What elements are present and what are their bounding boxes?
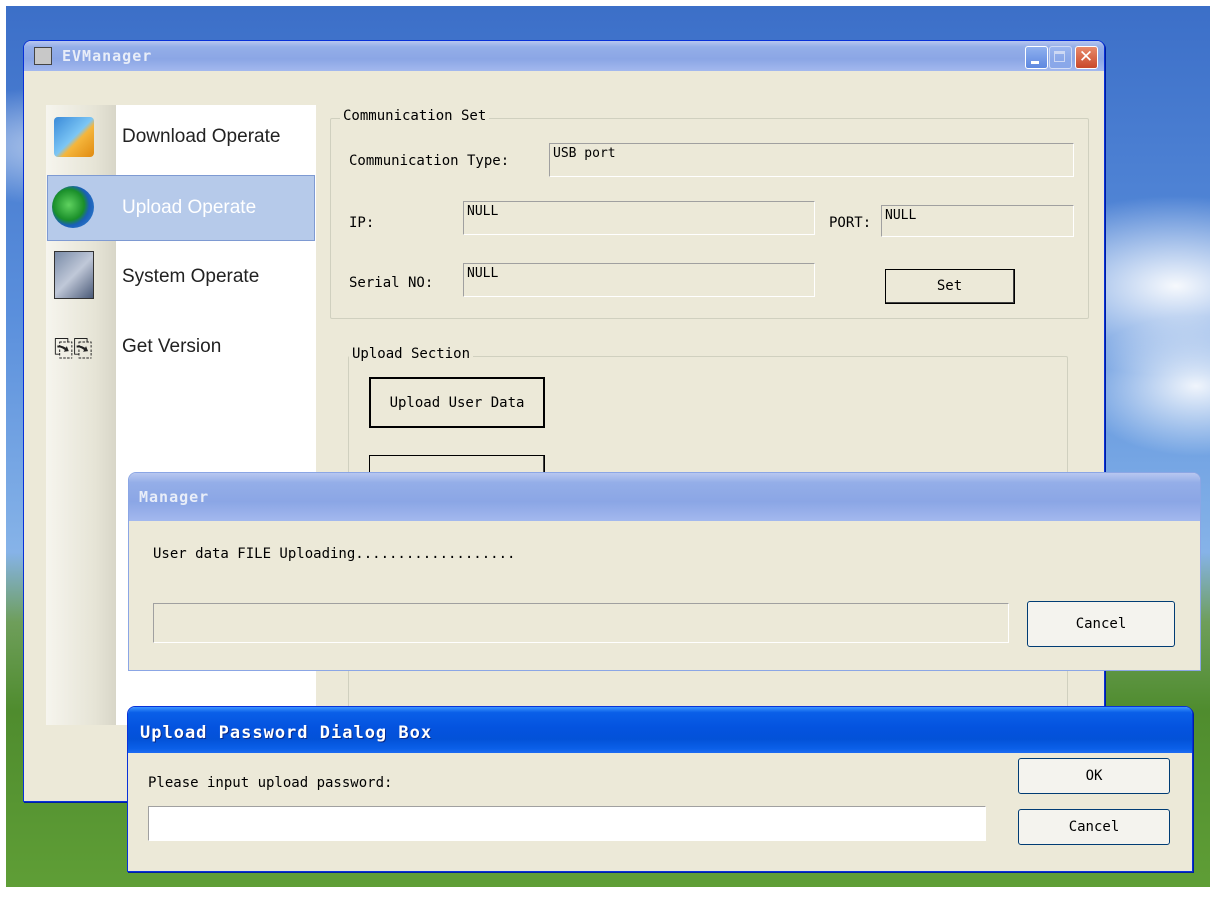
upload-section-legend: Upload Section	[349, 346, 474, 362]
download-icon	[54, 117, 94, 157]
ok-button[interactable]: OK	[1018, 758, 1170, 794]
nav-item-get-version[interactable]: ⎘⎘ Get Version	[48, 315, 316, 381]
set-button[interactable]: Set	[885, 269, 1015, 304]
maximize-button[interactable]	[1049, 46, 1072, 69]
app-icon	[34, 47, 52, 65]
upload-icon	[52, 186, 94, 228]
nav-item-system-operate[interactable]: System Operate	[48, 245, 316, 311]
nav-item-label: Get Version	[122, 336, 222, 357]
progress-dialog-title: Manager	[139, 488, 210, 506]
password-cancel-button[interactable]: Cancel	[1018, 809, 1170, 845]
system-tools-icon	[54, 251, 94, 299]
password-dialog-titlebar[interactable]: Upload Password Dialog Box	[128, 707, 1192, 753]
ip-label: IP:	[349, 215, 375, 231]
version-icon: ⎘⎘	[54, 334, 93, 362]
upload-user-data-button[interactable]: Upload User Data	[369, 377, 545, 428]
close-icon: ✕	[1078, 47, 1095, 67]
nav-item-download-operate[interactable]: Download Operate	[48, 105, 316, 171]
nav-item-label: Download Operate	[122, 126, 281, 147]
serial-no-label: Serial NO:	[349, 275, 434, 291]
port-label: PORT:	[829, 215, 872, 231]
communication-type-field: USB port	[549, 143, 1074, 177]
password-dialog: Upload Password Dialog Box Please input …	[127, 706, 1193, 872]
password-prompt-label: Please input upload password:	[148, 775, 393, 791]
nav-item-label: System Operate	[122, 266, 260, 287]
maximize-icon	[1054, 51, 1065, 62]
main-window-titlebar[interactable]: EVManager ✕	[24, 41, 1104, 71]
upload-progress-bar	[153, 603, 1009, 643]
progress-cancel-button[interactable]: Cancel	[1027, 601, 1175, 647]
communication-set-group: Communication Set Communication Type: US…	[330, 108, 1089, 319]
progress-dialog-titlebar[interactable]: Manager	[129, 473, 1200, 521]
communication-set-legend: Communication Set	[340, 108, 490, 124]
close-button[interactable]: ✕	[1075, 46, 1098, 69]
minimize-icon	[1031, 61, 1039, 64]
password-input[interactable]	[148, 806, 986, 841]
password-dialog-title: Upload Password Dialog Box	[140, 723, 433, 743]
main-window: EVManager ✕ Download Operate Upload Oper…	[23, 40, 1105, 802]
upload-status-message: User data FILE Uploading................…	[153, 546, 516, 562]
serial-no-field: NULL	[463, 263, 815, 297]
communication-type-label: Communication Type:	[349, 153, 510, 169]
minimize-button[interactable]	[1025, 46, 1048, 69]
nav-item-upload-operate[interactable]: Upload Operate	[47, 175, 315, 241]
progress-dialog: Manager User data FILE Uploading........…	[128, 472, 1201, 671]
ip-field: NULL	[463, 201, 815, 235]
port-field: NULL	[881, 205, 1074, 237]
main-window-title: EVManager	[62, 47, 153, 65]
nav-item-label: Upload Operate	[122, 197, 257, 218]
